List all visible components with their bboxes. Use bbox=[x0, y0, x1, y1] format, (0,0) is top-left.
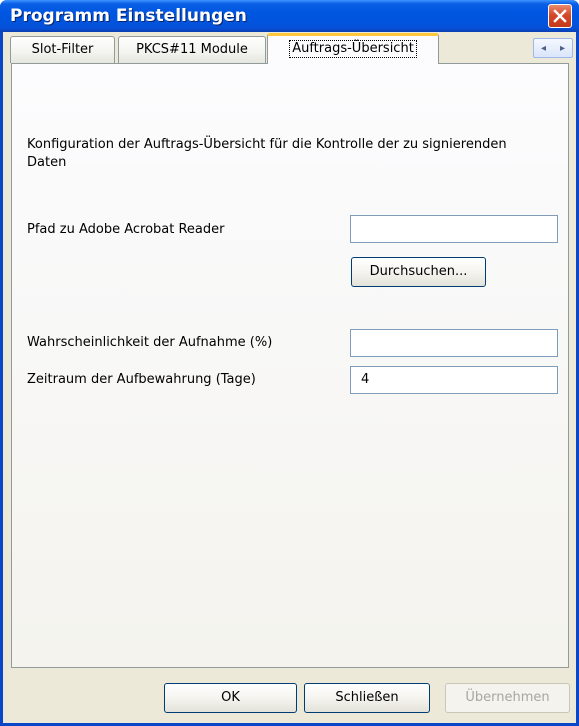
tab-scroll-buttons: ◂ ▸ bbox=[533, 38, 573, 58]
close-window-button[interactable] bbox=[548, 4, 572, 28]
apply-button[interactable]: Übernehmen bbox=[445, 683, 570, 713]
settings-dialog: Programm Einstellungen Slot-Filter PKCS#… bbox=[0, 0, 579, 726]
ok-button[interactable]: OK bbox=[164, 683, 297, 713]
acrobat-path-field[interactable] bbox=[350, 215, 558, 243]
acrobat-path-label: Pfad zu Adobe Acrobat Reader bbox=[27, 222, 225, 237]
description-text: Konfiguration der Auftrags-Übersicht für… bbox=[27, 137, 507, 170]
close-icon bbox=[553, 9, 567, 23]
tab-label: PKCS#11 Module bbox=[136, 42, 248, 57]
retention-field[interactable]: 4 bbox=[350, 366, 558, 394]
browse-button[interactable]: Durchsuchen... bbox=[351, 257, 486, 287]
scroll-right-icon[interactable]: ▸ bbox=[560, 43, 565, 54]
window-title: Programm Einstellungen bbox=[10, 6, 247, 26]
tab-slot-filter[interactable]: Slot-Filter bbox=[10, 36, 115, 63]
probability-label: Wahrscheinlichkeit der Aufnahme (%) bbox=[27, 335, 273, 350]
scroll-left-icon[interactable]: ◂ bbox=[541, 43, 546, 54]
retention-label: Zeitraum der Aufbewahrung (Tage) bbox=[27, 372, 256, 387]
tab-auftrags-uebersicht[interactable]: Auftrags-Übersicht bbox=[267, 33, 439, 64]
probability-field[interactable] bbox=[350, 329, 558, 357]
title-bar[interactable]: Programm Einstellungen bbox=[0, 0, 579, 32]
tab-label: Auftrags-Übersicht bbox=[289, 40, 417, 58]
close-button[interactable]: Schließen bbox=[304, 683, 430, 713]
tab-pkcs11-module[interactable]: PKCS#11 Module bbox=[118, 36, 266, 63]
tab-label: Slot-Filter bbox=[31, 42, 94, 57]
